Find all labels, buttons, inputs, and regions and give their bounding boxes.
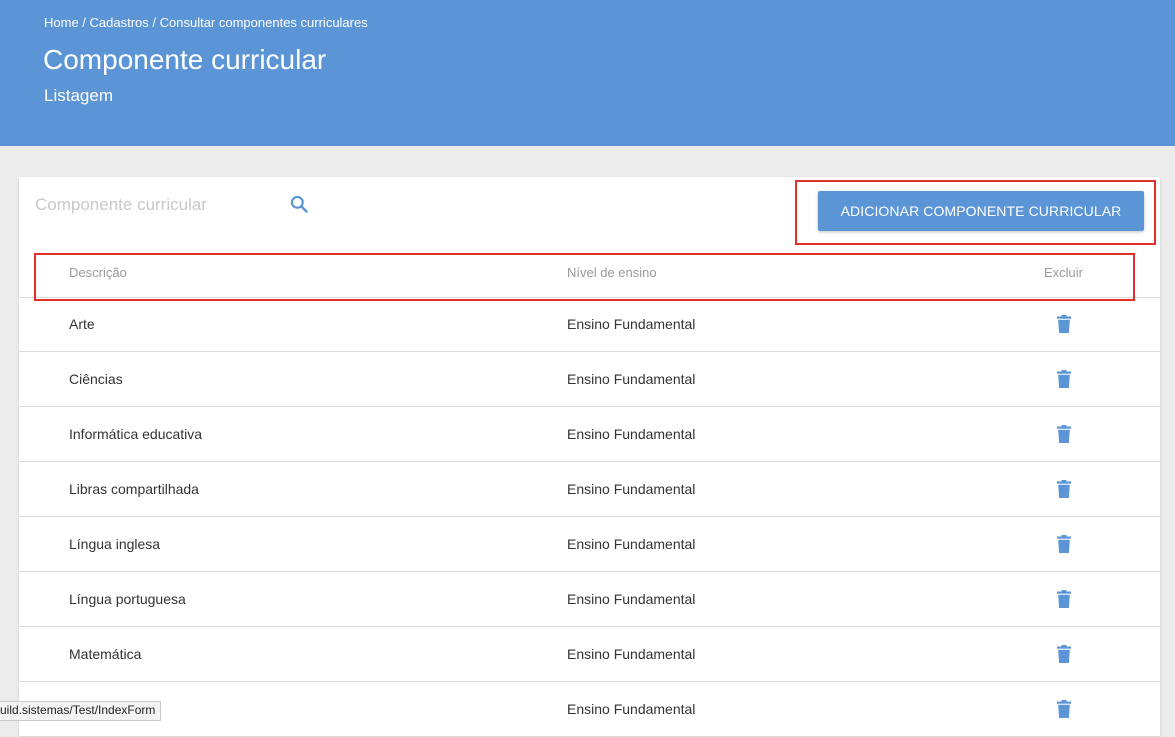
row-nivel: Ensino Fundamental xyxy=(567,426,696,442)
row-descricao: Língua inglesa xyxy=(69,536,161,552)
table-row[interactable]: Ensino Fundamental xyxy=(19,682,1160,737)
breadcrumb-separator: / xyxy=(148,15,160,30)
trash-icon[interactable] xyxy=(1057,645,1071,663)
trash-icon[interactable] xyxy=(1057,535,1071,553)
list-card: ADICIONAR COMPONENTE CURRICULAR Descriçã… xyxy=(19,177,1160,737)
row-nivel: Ensino Fundamental xyxy=(567,481,696,497)
browser-status-bar: uild.sistemas/Test/IndexForm xyxy=(0,701,162,721)
trash-icon[interactable] xyxy=(1057,370,1071,388)
table-row[interactable]: Língua portuguesa Ensino Fundamental xyxy=(19,572,1160,627)
row-descricao: Informática educativa xyxy=(69,426,203,442)
breadcrumb-item-home[interactable]: Home xyxy=(44,15,79,30)
search-box xyxy=(35,191,315,221)
trash-icon[interactable] xyxy=(1057,480,1071,498)
row-descricao: Arte xyxy=(69,316,95,332)
trash-icon[interactable] xyxy=(1057,700,1071,718)
table-row[interactable]: Ciências Ensino Fundamental xyxy=(19,352,1160,407)
table-body: Arte Ensino Fundamental Ciências Ensino … xyxy=(19,297,1160,737)
row-nivel: Ensino Fundamental xyxy=(567,591,696,607)
row-descricao: Libras compartilhada xyxy=(69,481,199,497)
row-nivel: Ensino Fundamental xyxy=(567,536,696,552)
page-title: Componente curricular xyxy=(43,44,327,75)
breadcrumb: Home / Cadastros / Consultar componentes… xyxy=(44,15,368,31)
page-header: Home / Cadastros / Consultar componentes… xyxy=(0,0,1175,146)
row-nivel: Ensino Fundamental xyxy=(567,701,696,717)
row-descricao: Língua portuguesa xyxy=(69,591,186,607)
search-icon[interactable] xyxy=(289,194,309,214)
page-subtitle: Listagem xyxy=(44,86,113,105)
row-nivel: Ensino Fundamental xyxy=(567,646,696,662)
table-row[interactable]: Arte Ensino Fundamental xyxy=(19,297,1160,352)
table-row[interactable]: Libras compartilhada Ensino Fundamental xyxy=(19,462,1160,517)
row-nivel: Ensino Fundamental xyxy=(567,371,696,387)
trash-icon[interactable] xyxy=(1057,590,1071,608)
breadcrumb-item-cadastros[interactable]: Cadastros xyxy=(90,15,149,30)
table-header-highlight xyxy=(34,253,1135,301)
row-descricao: Matemática xyxy=(69,646,142,662)
row-nivel: Ensino Fundamental xyxy=(567,316,696,332)
breadcrumb-item-current: Consultar componentes curriculares xyxy=(159,15,368,30)
trash-icon[interactable] xyxy=(1057,315,1071,333)
table-row[interactable]: Informática educativa Ensino Fundamental xyxy=(19,407,1160,462)
table-row[interactable]: Matemática Ensino Fundamental xyxy=(19,627,1160,682)
add-component-button[interactable]: ADICIONAR COMPONENTE CURRICULAR xyxy=(818,191,1144,231)
trash-icon[interactable] xyxy=(1057,425,1071,443)
search-input[interactable] xyxy=(35,191,275,219)
breadcrumb-separator: / xyxy=(78,15,90,30)
table-row[interactable]: Língua inglesa Ensino Fundamental xyxy=(19,517,1160,572)
row-descricao: Ciências xyxy=(69,371,123,387)
